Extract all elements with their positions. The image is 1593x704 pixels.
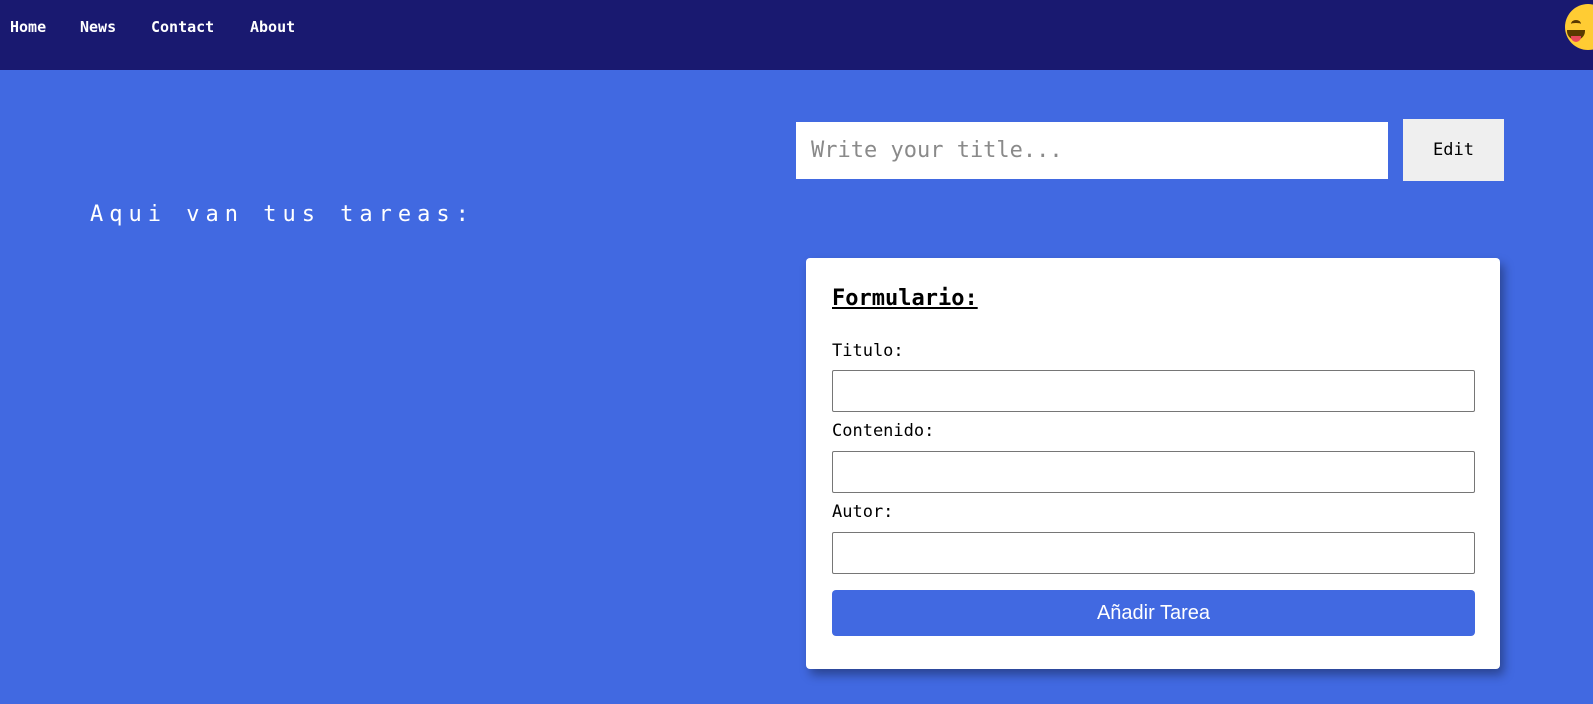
contenido-label: Contenido: <box>832 421 935 441</box>
tasks-heading: Aqui van tus tareas: <box>90 202 475 227</box>
nav-link-news[interactable]: News <box>80 17 116 37</box>
nav-link-home[interactable]: Home <box>10 17 46 37</box>
nav-link-about[interactable]: About <box>250 17 295 37</box>
contenido-input[interactable] <box>832 451 1475 493</box>
emoji-avatar-icon[interactable] <box>1565 4 1593 50</box>
top-navbar: Home News Contact About <box>0 0 1593 70</box>
title-input[interactable] <box>796 122 1388 179</box>
edit-button[interactable]: Edit <box>1403 119 1504 181</box>
emoji-tongue <box>1571 36 1581 42</box>
emoji-eye <box>1571 20 1581 28</box>
nav-link-contact[interactable]: Contact <box>151 17 214 37</box>
titulo-label: Titulo: <box>832 341 904 361</box>
task-form-card: Formulario: Titulo: Contenido: Autor: Añ… <box>806 258 1500 669</box>
titulo-input[interactable] <box>832 370 1475 412</box>
autor-input[interactable] <box>832 532 1475 574</box>
form-title: Formulario: <box>832 286 978 311</box>
autor-label: Autor: <box>832 502 894 522</box>
add-task-button[interactable]: Añadir Tarea <box>832 590 1475 636</box>
